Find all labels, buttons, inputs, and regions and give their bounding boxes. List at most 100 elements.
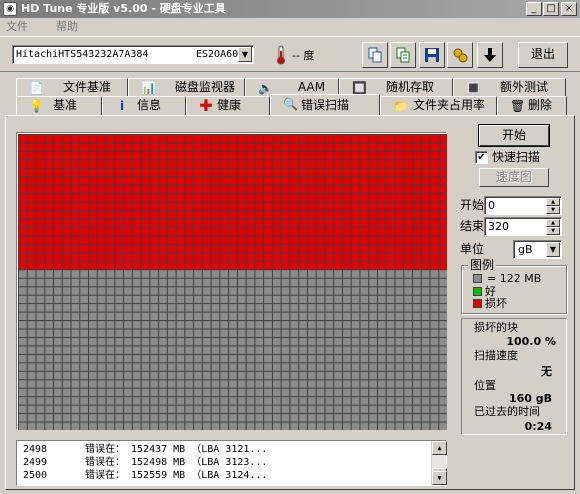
start-position-input[interactable]: 0 ▲ ▼	[484, 196, 562, 215]
block-unscanned	[430, 405, 439, 414]
block-unscanned	[19, 329, 27, 337]
block-unscanned	[281, 405, 290, 414]
maximize-button[interactable]: □	[543, 2, 559, 16]
block-unscanned	[71, 405, 80, 414]
speed-map-button[interactable]: 速度图	[479, 168, 549, 187]
block-damaged	[19, 194, 27, 202]
drive-select[interactable]: HitachiHTS543232A7A384 ES2OA60 ▼	[12, 45, 254, 64]
block-damaged	[202, 211, 211, 219]
tab-info[interactable]: i 信息	[102, 96, 186, 115]
chevron-down-icon[interactable]: ▼	[546, 242, 560, 257]
block-damaged	[194, 253, 202, 261]
end-position-input[interactable]: 320 ▲ ▼	[484, 217, 562, 236]
block-unscanned	[36, 346, 45, 354]
block-damaged	[430, 160, 439, 168]
menu-file[interactable]: 文件	[6, 20, 28, 34]
scroll-down-icon[interactable]: ▼	[432, 471, 447, 485]
spin-down-icon[interactable]: ▼	[546, 227, 560, 235]
block-unscanned	[299, 337, 307, 346]
tab-error-scan[interactable]: 🔍 错误扫描	[270, 94, 380, 115]
block-unscanned	[71, 278, 80, 287]
block-unscanned	[246, 304, 255, 312]
block-damaged	[150, 194, 159, 202]
close-button[interactable]: ×	[561, 2, 577, 16]
title-bar[interactable]: ◉ HD Tune 专业版 v5.00 - 硬盘专业工具 _ □ ×	[0, 0, 580, 18]
block-damaged	[176, 151, 185, 160]
block-damaged	[54, 211, 62, 219]
block-damaged	[290, 177, 299, 185]
block-damaged	[334, 194, 342, 202]
block-unscanned	[439, 270, 447, 278]
block-unscanned	[342, 329, 351, 337]
log-scrollbar[interactable]: ▲ ▼	[431, 441, 447, 485]
tab-folder-usage[interactable]: 📁 文件夹占用率	[380, 96, 497, 115]
block-unscanned	[395, 337, 404, 346]
block-damaged	[412, 211, 421, 219]
block-unscanned	[97, 414, 106, 422]
tab-disk-monitor[interactable]: 📊 磁盘监视器	[128, 78, 245, 97]
block-damaged	[351, 185, 360, 194]
block-unscanned	[27, 287, 36, 295]
copy-info-button[interactable]	[390, 42, 416, 68]
block-damaged	[124, 228, 132, 236]
quick-scan-checkbox[interactable]: ✔	[475, 151, 488, 164]
tab-health[interactable]: ✚ 健康	[186, 96, 270, 115]
block-unscanned	[290, 304, 299, 312]
block-damaged	[80, 261, 89, 270]
scroll-up-icon[interactable]: ▲	[432, 441, 447, 455]
tab-file-benchmark[interactable]: 📄 文件基准	[16, 78, 128, 97]
block-unscanned	[80, 414, 89, 422]
save-button[interactable]	[419, 42, 445, 68]
block-damaged	[211, 185, 220, 194]
block-unscanned	[395, 321, 404, 329]
block-damaged	[185, 143, 194, 151]
chevron-down-icon[interactable]: ▼	[238, 47, 252, 62]
start-scan-button[interactable]: 开始	[479, 125, 549, 146]
block-damaged	[430, 177, 439, 185]
block-damaged	[307, 219, 316, 228]
block-unscanned	[124, 354, 132, 363]
toolbar: HitachiHTS543232A7A384 ES2OA60 ▼ -- 度 退出	[0, 36, 580, 72]
block-damaged	[194, 236, 202, 244]
spin-up-icon[interactable]: ▲	[546, 219, 560, 227]
block-damaged	[369, 236, 377, 244]
block-damaged	[439, 185, 447, 194]
block-unscanned	[264, 270, 272, 278]
block-unscanned	[290, 346, 299, 354]
block-damaged	[395, 228, 404, 236]
tab-benchmark[interactable]: 💡 基准	[16, 96, 102, 115]
spin-up-icon[interactable]: ▲	[546, 198, 560, 206]
block-damaged	[89, 219, 97, 228]
block-unscanned	[281, 354, 290, 363]
block-unscanned	[404, 371, 412, 380]
copy-text-button[interactable]	[362, 42, 388, 68]
exit-button[interactable]: 退出	[518, 42, 568, 68]
block-unscanned	[325, 312, 334, 321]
block-damaged	[132, 151, 141, 160]
options-button[interactable]	[447, 42, 473, 68]
block-unscanned	[264, 304, 272, 312]
block-damaged	[36, 177, 45, 185]
tab-extra-tests[interactable]: 🔳 额外测试	[453, 78, 566, 97]
block-damaged	[150, 160, 159, 168]
block-unscanned	[255, 321, 264, 329]
block-damaged	[351, 151, 360, 160]
tab-erase[interactable]: 🗑 删除	[497, 96, 567, 115]
block-damaged	[334, 228, 342, 236]
minimize-button[interactable]: _	[526, 2, 542, 16]
block-damaged	[141, 168, 150, 177]
block-damaged	[54, 194, 62, 202]
block-damaged	[255, 185, 264, 194]
block-damaged	[106, 253, 115, 261]
menu-help[interactable]: 帮助	[56, 20, 78, 34]
block-damaged	[211, 228, 220, 236]
error-log[interactable]: 2498 错误在： 152437 MB （LBA 3121... 2499 错误…	[16, 440, 447, 486]
unit-select[interactable]: gB ▼	[513, 240, 562, 259]
spin-down-icon[interactable]: ▼	[546, 206, 560, 214]
block-unscanned	[19, 388, 27, 397]
block-unscanned	[89, 329, 97, 337]
block-unscanned	[97, 388, 106, 397]
block-unscanned	[54, 397, 62, 405]
download-button[interactable]	[477, 42, 503, 68]
block-unscanned	[307, 304, 316, 312]
